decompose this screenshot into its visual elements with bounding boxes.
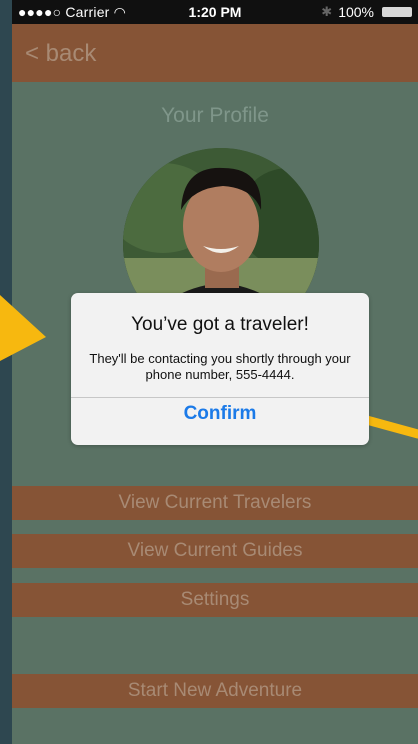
confirm-button[interactable]: Confirm xyxy=(71,398,369,445)
settings-button[interactable]: Settings xyxy=(12,583,418,617)
view-guides-button[interactable]: View Current Guides xyxy=(12,534,418,568)
status-bar: ●●●●○ Carrier ◠ 1:20 PM ✱ 100% xyxy=(12,0,418,24)
back-button[interactable]: < back xyxy=(25,40,96,68)
left-arrow-annotation xyxy=(0,295,46,361)
battery-percent: 100% xyxy=(338,4,374,20)
alert-message: They'll be contacting you shortly throug… xyxy=(89,351,351,382)
start-adventure-button[interactable]: Start New Adventure xyxy=(12,674,418,708)
alert-dialog: You’ve got a traveler! They'll be contac… xyxy=(71,293,369,445)
bluetooth-icon: ✱ xyxy=(321,4,333,19)
battery-icon xyxy=(382,7,412,17)
alert-title: You’ve got a traveler! xyxy=(131,314,309,335)
view-travelers-button[interactable]: View Current Travelers xyxy=(12,486,418,520)
nav-bar: < back xyxy=(12,24,418,82)
page-title: Your Profile xyxy=(161,104,269,127)
status-right: ✱ 100% xyxy=(321,4,412,20)
